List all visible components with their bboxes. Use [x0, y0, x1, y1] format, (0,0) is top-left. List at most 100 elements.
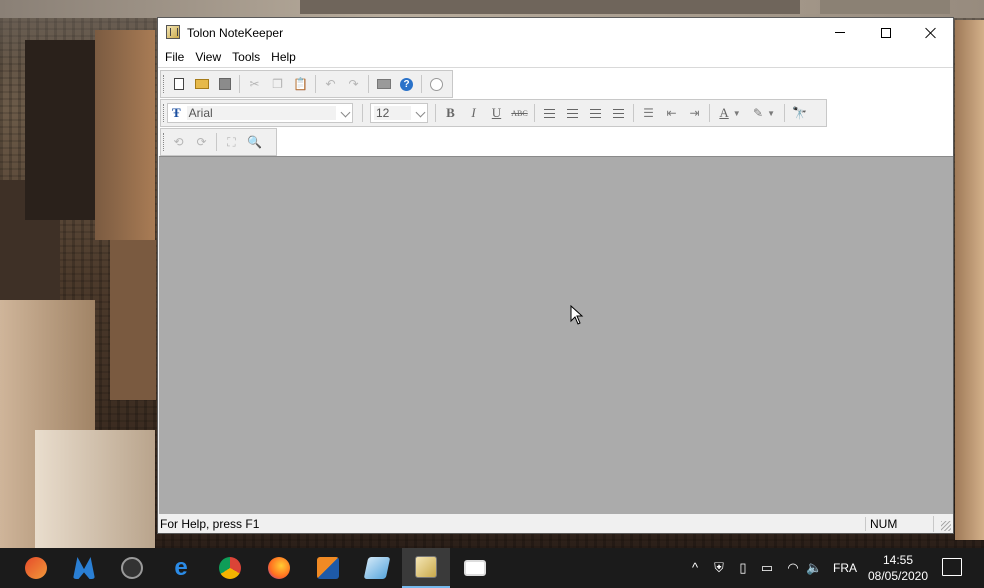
taskbar-edge[interactable]: e: [157, 548, 205, 588]
print-button[interactable]: [372, 73, 395, 95]
dropdown-arrow-icon: ▼: [732, 108, 741, 118]
taskbar-remote-desktop[interactable]: [451, 548, 499, 588]
wifi-icon[interactable]: ◠: [785, 560, 801, 576]
italic-button[interactable]: I: [462, 102, 485, 124]
insert-datetime-button[interactable]: [425, 73, 448, 95]
toolbar-separator: [633, 104, 634, 122]
menu-tools[interactable]: Tools: [228, 47, 267, 67]
taskbar-malwarebytes[interactable]: [60, 548, 108, 588]
malwarebytes-icon: [73, 557, 95, 579]
print-icon: [376, 79, 391, 89]
title-bar[interactable]: Tolon NoteKeeper: [158, 18, 953, 47]
fit-button[interactable]: ⛶: [220, 131, 243, 153]
undo-icon: ↶: [325, 77, 336, 91]
bullets-button[interactable]: ☰: [637, 102, 660, 124]
increase-indent-button[interactable]: ⇥: [683, 102, 706, 124]
highlight-color-button[interactable]: ✎ ▼: [747, 102, 781, 124]
volume-icon[interactable]: 🔈: [806, 560, 822, 576]
wallpaper-building: [820, 0, 950, 14]
taskbar-firefox[interactable]: [255, 548, 303, 588]
maximize-button[interactable]: [863, 18, 909, 47]
menu-bar: File View Tools Help: [158, 47, 953, 67]
num-lock-indicator: NUM: [865, 517, 933, 531]
align-right-button[interactable]: [584, 102, 607, 124]
align-left-button[interactable]: [538, 102, 561, 124]
close-button[interactable]: [908, 18, 954, 47]
find-button[interactable]: 🔭: [788, 102, 811, 124]
rotate-right-button[interactable]: ⟳: [190, 131, 213, 153]
taskbar-sublime[interactable]: [304, 548, 352, 588]
wallpaper-building: [95, 30, 155, 240]
help-button[interactable]: ?: [395, 73, 418, 95]
notekeeper-icon: [415, 556, 437, 578]
wallpaper-building: [25, 40, 95, 220]
menu-help[interactable]: Help: [267, 47, 303, 67]
defender-icon[interactable]: ⛨: [711, 560, 727, 576]
font-size-combo[interactable]: 12: [370, 103, 428, 123]
align-right-icon: [590, 108, 601, 118]
paste-icon: 📋: [293, 77, 308, 91]
align-center-button[interactable]: [561, 102, 584, 124]
new-button[interactable]: [167, 73, 190, 95]
language-indicator[interactable]: FRA: [833, 561, 857, 575]
dropdown-arrow-icon: ▼: [767, 108, 775, 118]
taskbar-chrome[interactable]: [206, 548, 254, 588]
menu-file[interactable]: File: [161, 47, 191, 67]
app-icon[interactable]: [166, 25, 180, 39]
text-color-button[interactable]: A ▼: [713, 102, 747, 124]
notepad-icon: [363, 557, 391, 579]
toolbar-separator: [362, 104, 363, 122]
open-button[interactable]: [190, 73, 213, 95]
battery-icon[interactable]: ▭: [759, 560, 775, 576]
save-button[interactable]: [213, 73, 236, 95]
clock[interactable]: 14:55 08/05/2020: [860, 552, 936, 584]
arrow-cursor-icon: [570, 305, 584, 325]
redo-button[interactable]: ↷: [342, 73, 365, 95]
justify-button[interactable]: [607, 102, 630, 124]
usb-icon[interactable]: ▯: [735, 560, 751, 576]
strikethrough-button[interactable]: ABC: [508, 102, 531, 124]
status-help-text: For Help, press F1: [160, 517, 260, 531]
minimize-button[interactable]: [817, 18, 863, 47]
decrease-indent-button[interactable]: ⇤: [660, 102, 683, 124]
wallpaper-building: [110, 240, 156, 400]
resize-grip[interactable]: [941, 521, 951, 531]
toolbar-separator: [421, 75, 422, 93]
toolbar-separator: [709, 104, 710, 122]
taskbar-ccleaner[interactable]: [12, 548, 60, 588]
taskbar-webcam[interactable]: [108, 548, 156, 588]
font-size-value: 12: [374, 106, 411, 120]
toolbar-separator: [435, 104, 436, 122]
notification-icon[interactable]: [942, 558, 962, 576]
toolbar-separator: [784, 104, 785, 122]
clock-icon: [430, 77, 443, 91]
menu-view[interactable]: View: [191, 47, 228, 67]
bold-icon: B: [446, 105, 455, 120]
save-icon: [218, 78, 231, 90]
cut-button[interactable]: ✂: [243, 73, 266, 95]
status-bar: For Help, press F1 NUM: [158, 515, 953, 533]
wallpaper-building: [955, 20, 984, 540]
toolbar-separator: [368, 75, 369, 93]
sublime-icon: [317, 557, 339, 579]
copy-button[interactable]: ❐: [266, 73, 289, 95]
redo-icon: ↷: [348, 77, 359, 91]
help-icon: ?: [400, 77, 413, 91]
paste-button[interactable]: 📋: [289, 73, 312, 95]
rotate-left-button[interactable]: ⟲: [167, 131, 190, 153]
font-name-combo[interactable]: Ŧ Arial: [167, 103, 353, 123]
taskbar-notepad[interactable]: [353, 548, 401, 588]
wallpaper-building: [300, 0, 800, 14]
undo-button[interactable]: ↶: [319, 73, 342, 95]
document-area[interactable]: [159, 156, 953, 514]
text-color-icon: A: [719, 105, 729, 120]
underline-button[interactable]: U: [485, 102, 508, 124]
chevron-up-icon[interactable]: ^: [687, 560, 703, 576]
bold-button[interactable]: B: [439, 102, 462, 124]
underline-icon: U: [491, 105, 502, 120]
fit-icon: ⛶: [227, 134, 236, 149]
font-name-value: Arial: [186, 106, 336, 120]
taskbar-notekeeper[interactable]: [402, 548, 450, 588]
toolbar-separator: [239, 75, 240, 93]
zoom-button[interactable]: 🔍: [243, 131, 266, 153]
